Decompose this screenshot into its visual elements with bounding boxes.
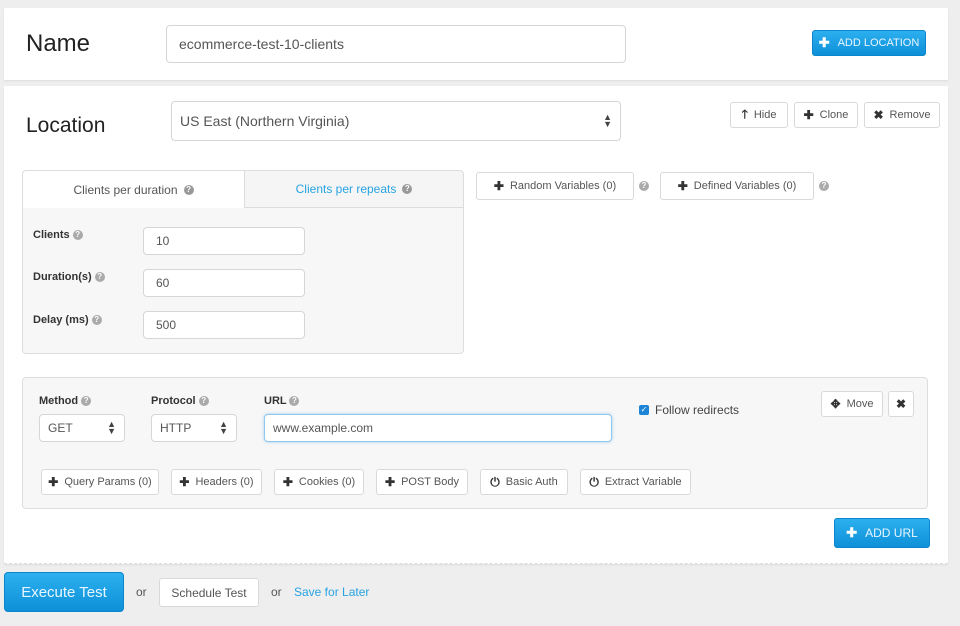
select-arrows-icon: ▲ ▼ (107, 419, 116, 436)
defined-variables-label: Defined Variables (0) (693, 180, 797, 192)
save-for-later-link[interactable]: Save for Later (294, 585, 369, 599)
select-arrows-icon: ▲ ▼ (603, 112, 612, 129)
help-icon[interactable]: ? (289, 396, 300, 407)
plus-icon: ✚ (677, 179, 688, 193)
query-params-label: Query Params (0) (64, 476, 152, 488)
post-body-label: POST Body (401, 476, 459, 488)
follow-redirects[interactable]: ✓ Follow redirects (639, 403, 739, 417)
delay-label: Delay (ms) ? (33, 314, 102, 326)
protocol-label: Protocol ? (151, 395, 209, 407)
checkbox-checked-icon[interactable]: ✓ (639, 405, 649, 415)
plus-icon: ✚ (818, 35, 830, 50)
plus-icon: ✚ (282, 475, 293, 489)
basic-auth-label: Basic Auth (505, 476, 558, 488)
execute-test-button[interactable]: Execute Test (4, 572, 124, 612)
tab-clients-per-duration[interactable]: Clients per duration ? (23, 171, 245, 208)
duration-input[interactable]: 60 (143, 269, 305, 297)
clients-label: Clients ? (33, 229, 83, 241)
help-icon[interactable]: ? (91, 315, 102, 326)
duration-label-text: Duration(s) (33, 271, 92, 283)
add-location-button[interactable]: ✚ ADD LOCATION (812, 30, 926, 56)
help-icon[interactable]: ? (639, 181, 649, 191)
arrow-up-icon: 🡑 (741, 106, 748, 121)
plus-icon: ✚ (493, 179, 504, 193)
clients-label-text: Clients (33, 229, 70, 241)
defined-variables-button[interactable]: ✚ Defined Variables (0) (660, 172, 814, 200)
help-icon[interactable]: ? (183, 184, 194, 195)
headers-label: Headers (0) (195, 476, 254, 488)
tab-clients-per-repeats[interactable]: Clients per repeats ? (245, 171, 463, 208)
hide-button[interactable]: 🡑 Hide (730, 102, 788, 128)
random-variables-label: Random Variables (0) (509, 180, 617, 192)
headers-button[interactable]: ✚ Headers (0) (171, 469, 262, 495)
name-panel: Name ecommerce-test-10-clients ✚ ADD LOC… (4, 8, 948, 80)
extract-variable-label: Extract Variable (604, 476, 682, 488)
clients-tab-box: Clients per duration ? Clients per repea… (22, 170, 464, 354)
plus-icon: ✚ (846, 525, 858, 540)
location-select[interactable]: US East (Northern Virginia) ▲ ▼ (171, 101, 621, 141)
power-icon: ⏻ (589, 474, 599, 489)
schedule-test-button[interactable]: Schedule Test (159, 578, 259, 607)
plus-icon: ✚ (179, 475, 190, 489)
protocol-value: HTTP (160, 421, 192, 435)
basic-auth-button[interactable]: ⏻ Basic Auth (480, 469, 568, 495)
help-icon[interactable]: ? (72, 230, 83, 241)
url-input[interactable]: www.example.com (264, 414, 612, 442)
location-panel: Location US East (Northern Virginia) ▲ ▼ … (4, 86, 948, 564)
close-icon: ✖ (873, 108, 884, 122)
tab-label: Clients per duration (73, 182, 178, 197)
method-value: GET (48, 421, 73, 435)
cookies-label: Cookies (0) (298, 476, 356, 488)
name-input[interactable]: ecommerce-test-10-clients (166, 25, 626, 63)
close-icon: ✖ (895, 397, 907, 411)
remove-label: Remove (889, 109, 931, 121)
delay-label-text: Delay (ms) (33, 314, 89, 326)
plus-icon: ✚ (48, 475, 59, 489)
duration-label: Duration(s) ? (33, 271, 105, 283)
follow-redirects-label: Follow redirects (655, 403, 740, 417)
plus-icon: ✚ (803, 108, 814, 122)
name-label: Name (26, 30, 91, 57)
tab-label: Clients per repeats (295, 182, 397, 196)
url-label: URL ? (264, 395, 300, 407)
help-icon[interactable]: ? (81, 396, 92, 407)
select-arrows-icon: ▲ ▼ (219, 419, 228, 436)
post-body-button[interactable]: ✚ POST Body (376, 469, 468, 495)
help-icon[interactable]: ? (402, 184, 413, 194)
power-icon: ⏻ (490, 474, 500, 489)
extract-variable-button[interactable]: ⏻ Extract Variable (580, 469, 691, 495)
method-label: Method ? (39, 395, 92, 407)
location-selected: US East (Northern Virginia) (180, 113, 350, 129)
add-url-label: ADD URL (865, 526, 918, 540)
method-label-text: Method (39, 395, 79, 407)
url-block: Method ? GET ▲ ▼ Protocol ? HTTP ▲ ▼ URL ?… (22, 377, 928, 509)
delete-url-button[interactable]: ✖ (888, 391, 914, 417)
or-text: or (136, 585, 147, 599)
clone-label: Clone (819, 109, 849, 121)
move-button[interactable]: ✥ Move (821, 391, 883, 417)
or-text: or (271, 585, 282, 599)
cookies-button[interactable]: ✚ Cookies (0) (274, 469, 364, 495)
protocol-select[interactable]: HTTP ▲ ▼ (151, 414, 237, 442)
help-icon[interactable]: ? (198, 396, 209, 407)
clients-input[interactable]: 10 (143, 227, 305, 255)
url-label-text: URL (264, 395, 287, 407)
move-icon: ✥ (830, 397, 841, 411)
remove-button[interactable]: ✖ Remove (864, 102, 940, 128)
plus-icon: ✚ (385, 475, 396, 489)
clone-button[interactable]: ✚ Clone (794, 102, 858, 128)
hide-label: Hide (753, 109, 777, 121)
protocol-label-text: Protocol (151, 395, 196, 407)
query-params-button[interactable]: ✚ Query Params (0) (41, 469, 159, 495)
method-select[interactable]: GET ▲ ▼ (39, 414, 125, 442)
random-variables-button[interactable]: ✚ Random Variables (0) (476, 172, 634, 200)
help-icon[interactable]: ? (94, 272, 105, 283)
move-label: Move (846, 398, 874, 410)
location-label: Location (26, 114, 106, 137)
help-icon[interactable]: ? (819, 181, 829, 191)
add-url-button[interactable]: ✚ ADD URL (834, 518, 930, 548)
add-location-label: ADD LOCATION (837, 37, 920, 49)
delay-input[interactable]: 500 (143, 311, 305, 339)
